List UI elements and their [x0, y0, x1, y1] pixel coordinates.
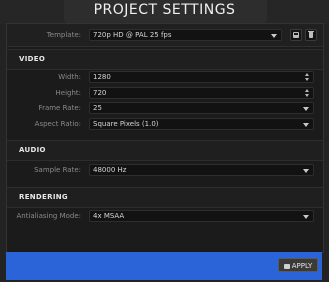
- project-settings-dialog: PROJECT SETTINGS Template: 720p HD @ PAL…: [0, 0, 329, 282]
- height-input[interactable]: 720: [89, 87, 314, 99]
- footer-bar: APPLY: [6, 252, 322, 280]
- height-label: Height:: [55, 89, 82, 97]
- width-value: 1280: [93, 73, 111, 81]
- rendering-section-title: RENDERING: [19, 193, 68, 201]
- chevron-down-icon: [303, 123, 309, 127]
- audio-section-header: AUDIO: [7, 140, 323, 161]
- apply-label: APPLY: [291, 262, 313, 270]
- chevron-down-icon: [303, 107, 309, 111]
- height-value: 720: [93, 89, 107, 97]
- audio-section-title: AUDIO: [19, 146, 46, 154]
- width-input[interactable]: 1280: [89, 71, 314, 83]
- template-row: Template: 720p HD @ PAL 25 fps: [7, 24, 323, 47]
- spinner-icon[interactable]: [305, 89, 310, 97]
- sample-rate-value: 48000 Hz: [93, 166, 127, 174]
- chevron-down-icon: [303, 215, 309, 219]
- title-bar: PROJECT SETTINGS: [0, 0, 329, 24]
- antialiasing-label: Antialiasing Mode:: [16, 212, 81, 220]
- chevron-down-icon: [303, 169, 309, 173]
- dialog-title: PROJECT SETTINGS: [93, 2, 236, 18]
- save-template-button[interactable]: [290, 29, 302, 41]
- width-label: Width:: [58, 73, 81, 81]
- frame-rate-value: 25: [93, 104, 102, 112]
- template-select[interactable]: 720p HD @ PAL 25 fps: [89, 29, 282, 41]
- apply-icon: [283, 263, 290, 269]
- aspect-ratio-label: Aspect Ratio:: [34, 120, 81, 128]
- spinner-icon[interactable]: [305, 73, 310, 81]
- rendering-section-header: RENDERING: [7, 187, 323, 208]
- apply-button[interactable]: APPLY: [278, 258, 318, 272]
- antialiasing-value: 4x MSAA: [93, 212, 125, 220]
- frame-rate-label: Frame Rate:: [38, 104, 81, 112]
- antialiasing-select[interactable]: 4x MSAA: [89, 210, 314, 222]
- video-section-header: VIDEO: [7, 49, 323, 70]
- trash-icon: [308, 31, 314, 38]
- template-value: 720p HD @ PAL 25 fps: [93, 31, 172, 39]
- video-section-title: VIDEO: [19, 55, 46, 63]
- settings-panel: Template: 720p HD @ PAL 25 fps VIDEO Wid…: [6, 23, 324, 253]
- sample-rate-label: Sample Rate:: [34, 166, 81, 174]
- aspect-ratio-value: Square Pixels (1.0): [93, 120, 159, 128]
- delete-template-button[interactable]: [305, 29, 317, 41]
- save-icon: [293, 32, 299, 38]
- chevron-down-icon: [271, 34, 277, 38]
- sample-rate-select[interactable]: 48000 Hz: [89, 164, 314, 176]
- frame-rate-select[interactable]: 25: [89, 102, 314, 114]
- aspect-ratio-select[interactable]: Square Pixels (1.0): [89, 118, 314, 130]
- template-label: Template:: [46, 31, 81, 39]
